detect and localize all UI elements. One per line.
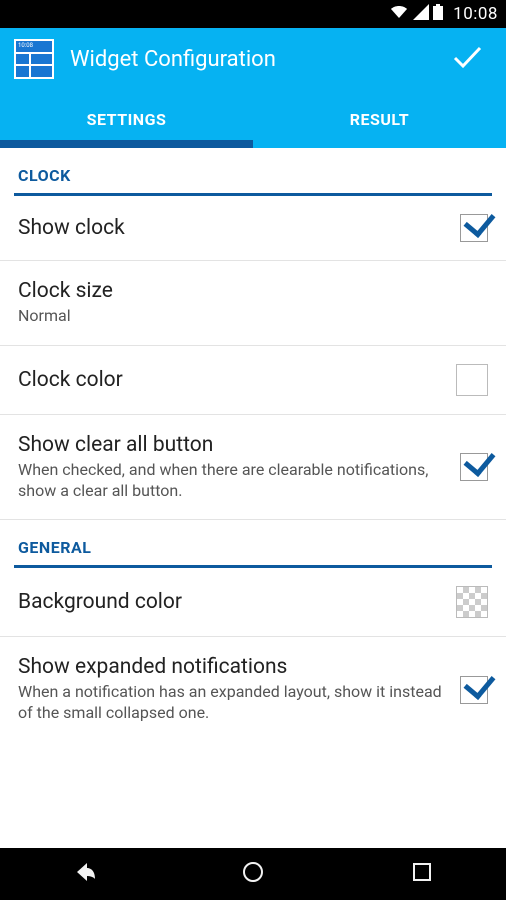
row-show-clock[interactable]: Show clock (0, 196, 506, 261)
row-clock-color[interactable]: Clock color (0, 346, 506, 415)
page-title: Widget Configuration (70, 47, 442, 72)
navigation-bar (0, 848, 506, 900)
signal-icon (413, 4, 429, 24)
home-button[interactable] (240, 859, 266, 889)
tab-indicator (0, 140, 253, 148)
back-button[interactable] (71, 859, 97, 889)
section-header-clock: CLOCK (0, 148, 506, 193)
row-show-clear-all[interactable]: Show clear all button When checked, and … (0, 415, 506, 521)
confirm-button[interactable] (442, 32, 492, 86)
row-subtitle: When a notification has an expanded layo… (18, 682, 448, 724)
color-swatch-background[interactable] (456, 586, 488, 618)
battery-icon (433, 4, 443, 24)
wifi-icon (389, 4, 409, 24)
app-bar: Widget Configuration (0, 28, 506, 90)
checkbox-show-expanded[interactable] (460, 676, 488, 704)
row-title: Clock size (18, 279, 476, 303)
settings-content: CLOCK Show clock Clock size Normal Clock… (0, 148, 506, 742)
app-icon (14, 39, 54, 79)
status-bar: 10:08 (0, 0, 506, 28)
color-swatch-clock[interactable] (456, 364, 488, 396)
row-title: Show expanded notifications (18, 655, 448, 679)
tabs: SETTINGS RESULT (0, 90, 506, 148)
row-subtitle: When checked, and when there are clearab… (18, 460, 448, 502)
row-background-color[interactable]: Background color (0, 568, 506, 637)
status-time: 10:08 (453, 4, 498, 24)
row-title: Show clock (18, 216, 448, 240)
row-clock-size[interactable]: Clock size Normal (0, 261, 506, 346)
recents-button[interactable] (409, 859, 435, 889)
row-title: Background color (18, 590, 444, 614)
row-value: Normal (18, 306, 476, 327)
row-show-expanded[interactable]: Show expanded notifications When a notif… (0, 637, 506, 742)
tab-result[interactable]: RESULT (253, 90, 506, 148)
checkbox-show-clock[interactable] (460, 214, 488, 242)
section-header-general: GENERAL (0, 520, 506, 565)
checkbox-show-clear-all[interactable] (460, 453, 488, 481)
row-title: Show clear all button (18, 433, 448, 457)
row-title: Clock color (18, 368, 444, 392)
